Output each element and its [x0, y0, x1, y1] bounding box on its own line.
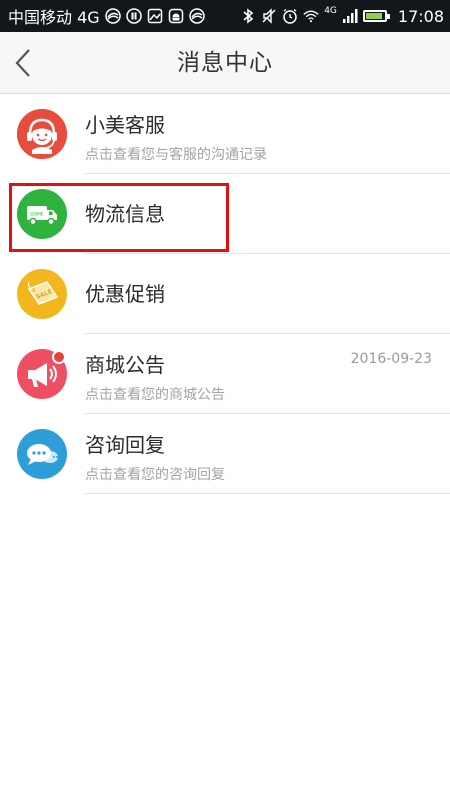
list-item-consult-replies[interactable]: 咨询回复 点击查看您的咨询回复	[0, 414, 450, 494]
item-title: 咨询回复	[85, 433, 165, 457]
wifi-icon	[303, 8, 319, 24]
signal-swirl-icon	[104, 8, 121, 24]
status-bar: 中国移动 4G 4G 17:08	[0, 0, 450, 32]
battery-icon	[362, 10, 390, 22]
network-badge: 4G	[324, 6, 337, 16]
list-item-announcements[interactable]: 商城公告 2016-09-23 点击查看您的商城公告	[0, 334, 450, 414]
page-title: 消息中心	[177, 50, 273, 76]
message-list: 小美客服 点击查看您与客服的沟通记录 DOME 物流信息 SALE 优惠促销 商…	[0, 94, 450, 494]
truck-icon: DOME	[17, 189, 67, 239]
chat-bubble-icon	[17, 429, 67, 479]
item-date: 2016-09-23	[350, 351, 432, 367]
signal-swirl-icon	[188, 8, 205, 24]
alarm-icon	[282, 8, 298, 24]
carrier-label: 中国移动 4G	[8, 8, 100, 27]
item-subtitle: 点击查看您的商城公告	[85, 387, 225, 403]
clock: 17:08	[397, 6, 444, 26]
android-icon	[168, 8, 184, 24]
megaphone-icon	[17, 349, 67, 399]
list-item-promotions[interactable]: SALE 优惠促销	[0, 254, 450, 334]
divider	[85, 493, 450, 494]
list-item-customer-service[interactable]: 小美客服 点击查看您与客服的沟通记录	[0, 94, 450, 174]
sync-icon	[125, 8, 142, 24]
status-bar-left: 中国移动 4G	[8, 4, 205, 28]
item-title: 商城公告	[85, 353, 165, 377]
bluetooth-icon	[240, 8, 256, 24]
truck-label: DOME	[30, 212, 44, 218]
image-icon	[147, 8, 163, 24]
mute-icon	[261, 8, 277, 24]
item-subtitle: 点击查看您与客服的沟通记录	[85, 147, 267, 163]
header-bar: 消息中心	[0, 32, 450, 94]
list-item-logistics[interactable]: DOME 物流信息	[0, 174, 450, 254]
item-title: 优惠促销	[85, 282, 165, 306]
item-title: 物流信息	[85, 202, 165, 226]
unread-badge	[52, 350, 66, 364]
status-bar-right: 4G 17:08	[240, 6, 444, 26]
customer-service-icon	[17, 109, 67, 159]
cell-signal-icon	[342, 8, 358, 24]
item-subtitle: 点击查看您的咨询回复	[85, 467, 225, 483]
sale-tag-icon: SALE	[17, 269, 67, 319]
item-title: 小美客服	[85, 113, 165, 137]
